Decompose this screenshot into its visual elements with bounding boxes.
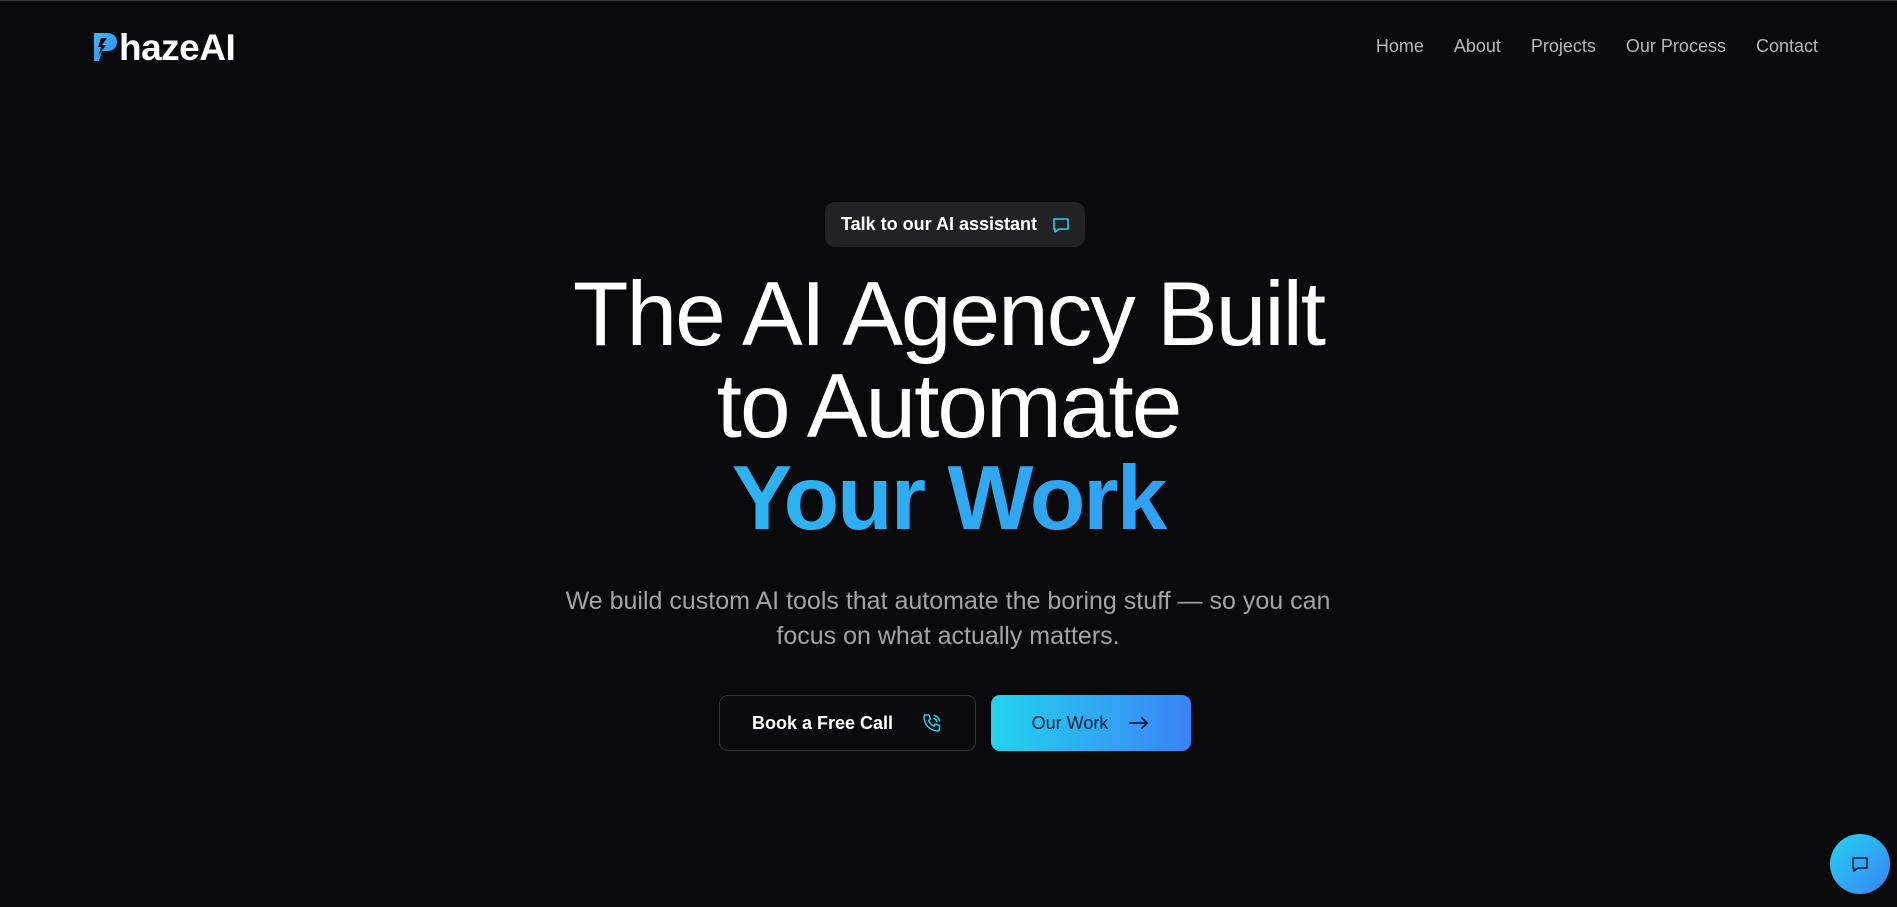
hero-headline: The AI Agency Built to Automate Your Wor… [0,269,1897,545]
chat-icon [1852,857,1868,872]
headline-accent: Your Work [0,453,1897,545]
book-free-call-label: Book a Free Call [751,712,894,733]
chat-icon [1053,218,1069,233]
our-work-button[interactable]: Our Work [991,695,1191,751]
ai-assistant-label: Talk to our AI assistant [841,214,1038,234]
book-free-call-button[interactable]: Book a Free Call [719,695,976,751]
hero-section: Talk to our AI assistant The AI Agency B… [0,1,1897,907]
headline-line-2: to Automate [716,356,1183,457]
arrow-right-icon [1129,717,1149,729]
our-work-label: Our Work [1031,712,1109,733]
ai-assistant-pill[interactable]: Talk to our AI assistant [825,202,1085,247]
phone-icon [923,714,941,732]
headline-line-1: The AI Agency Built [572,264,1326,365]
page: hazeAI Home About Projects Our Process C… [0,0,1897,907]
chat-widget-button[interactable] [1830,834,1890,894]
hero-subtitle: We build custom AI tools that automate t… [565,587,1331,650]
